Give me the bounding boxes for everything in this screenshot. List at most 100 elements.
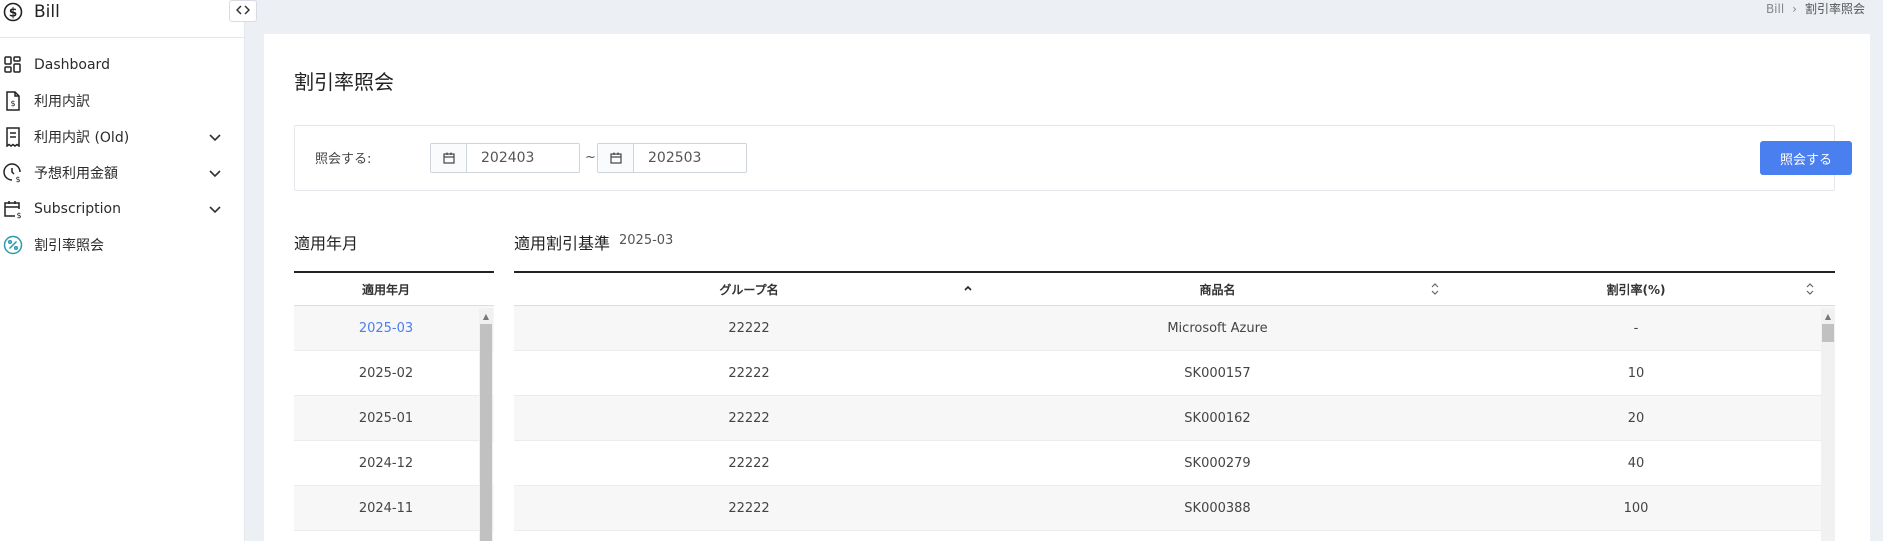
clock-dollar-icon: $ xyxy=(2,162,24,184)
product-cell: SK000279 xyxy=(1184,455,1251,471)
sidebar-item-label: Dashboard xyxy=(34,57,110,73)
sort-icon[interactable] xyxy=(1804,282,1816,296)
sidebar-item-dashboard[interactable]: Dashboard xyxy=(0,50,245,80)
svg-text:$: $ xyxy=(9,5,17,19)
sidebar-item-label: 利用内訳 xyxy=(34,94,90,110)
receipt-icon xyxy=(2,126,24,148)
table-row[interactable]: 2024-12 xyxy=(294,441,494,486)
column-header-month: 適用年月 xyxy=(361,282,410,297)
date-from-input[interactable] xyxy=(467,144,579,172)
filter-label: 照会する: xyxy=(315,152,372,167)
invoice-dollar-icon: $ xyxy=(2,90,24,112)
table-row[interactable]: 22222 SK000279 40 xyxy=(514,441,1835,486)
sidebar-item-label: 予想利用金額 xyxy=(34,166,118,182)
chevron-down-icon[interactable] xyxy=(207,165,223,181)
percent-circle-icon xyxy=(2,234,24,256)
breadcrumb-current: 割引率照会 xyxy=(1804,2,1865,16)
month-table: 適用年月 2025-03 2025-02 2025-01 2024-12 202… xyxy=(294,271,494,541)
date-to-field[interactable] xyxy=(597,143,747,173)
column-header-group[interactable]: グループ名 xyxy=(514,281,984,298)
sidebar-item-discount-rate[interactable]: 割引率照会 xyxy=(0,230,245,260)
month-cell: 2025-02 xyxy=(358,365,414,381)
breadcrumb-root[interactable]: Bill xyxy=(1766,2,1784,16)
month-cell: 2024-11 xyxy=(358,500,414,516)
rate-cell: 10 xyxy=(1627,365,1645,381)
month-cell: 2025-01 xyxy=(358,410,414,426)
query-button[interactable]: 照会する xyxy=(1760,141,1852,175)
sort-icon[interactable] xyxy=(1429,282,1441,296)
scrollbar-thumb[interactable] xyxy=(480,324,492,541)
sidebar-item-subscription[interactable]: $ Subscription xyxy=(0,194,245,224)
sidebar-item-label: 利用内訳 (Old) xyxy=(34,130,130,146)
breadcrumb-separator: › xyxy=(1792,1,1797,16)
scrollbar-thumb[interactable] xyxy=(1822,324,1834,342)
group-cell: 22222 xyxy=(728,410,770,426)
sidebar-item-label: 割引率照会 xyxy=(34,238,104,254)
chevron-down-icon[interactable] xyxy=(207,129,223,145)
app-title: Bill xyxy=(34,1,60,22)
collapse-sidebar-button[interactable] xyxy=(229,0,257,22)
sidebar-header: $ Bill xyxy=(0,0,244,38)
scroll-up-icon[interactable]: ▲ xyxy=(1821,308,1835,324)
product-cell: SK000157 xyxy=(1184,365,1251,381)
rate-cell: 20 xyxy=(1627,410,1645,426)
sidebar-item-usage[interactable]: $ 利用内訳 xyxy=(0,86,245,116)
column-header-label: 割引率(%) xyxy=(1606,282,1666,297)
sidebar: $ Bill Dashboard $ 利用内訳 利用内訳 (Old) $ 予想利… xyxy=(0,0,245,541)
right-panel-period: 2025-03 xyxy=(619,233,674,248)
table-row[interactable]: 2024-11 xyxy=(294,486,494,531)
table-row[interactable]: 2025-01 xyxy=(294,396,494,441)
month-cell: 2025-03 xyxy=(358,320,414,336)
table-row[interactable]: 2025-03 xyxy=(294,306,494,351)
column-header-product[interactable]: 商品名 xyxy=(984,281,1451,298)
dollar-circle-icon: $ xyxy=(2,1,24,23)
column-header-label: グループ名 xyxy=(719,282,779,297)
sidebar-item-label: Subscription xyxy=(34,201,121,217)
calendar-dollar-icon: $ xyxy=(2,198,24,220)
rate-cell: 100 xyxy=(1623,500,1649,516)
table-row[interactable]: 22222 SK000162 20 xyxy=(514,396,1835,441)
table-row[interactable]: 22222 SK000388 100 xyxy=(514,486,1835,531)
sort-ascending-icon[interactable] xyxy=(962,282,974,296)
table-header: 適用年月 xyxy=(294,271,494,306)
date-to-input[interactable] xyxy=(634,144,746,172)
calendar-icon[interactable] xyxy=(431,144,467,172)
date-from-field[interactable] xyxy=(430,143,580,173)
scrollbar[interactable]: ▲ xyxy=(479,308,493,541)
column-header-rate[interactable]: 割引率(%) xyxy=(1451,281,1821,298)
main-card: 割引率照会 照会する: ~ 照会する 適用年月 適用割引基準 2025-03 適… xyxy=(264,34,1870,541)
scrollbar[interactable]: ▲ xyxy=(1821,308,1835,541)
svg-text:$: $ xyxy=(15,175,20,183)
table-header: グループ名 商品名 割引率(%) xyxy=(514,271,1835,306)
chevron-down-icon[interactable] xyxy=(207,201,223,217)
svg-text:$: $ xyxy=(16,211,21,219)
left-panel-title: 適用年月 xyxy=(294,234,359,253)
calendar-icon[interactable] xyxy=(598,144,634,172)
sidebar-item-forecast[interactable]: $ 予想利用金額 xyxy=(0,158,245,188)
right-panel-title: 適用割引基準 xyxy=(514,234,611,253)
month-cell: 2024-12 xyxy=(358,455,414,471)
column-header-label: 商品名 xyxy=(1199,282,1236,297)
product-cell: SK000162 xyxy=(1184,410,1251,426)
page-title: 割引率照会 xyxy=(294,70,394,94)
sidebar-item-usage-old[interactable]: 利用内訳 (Old) xyxy=(0,122,245,152)
rate-cell: - xyxy=(1633,320,1639,336)
group-cell: 22222 xyxy=(728,365,770,381)
table-row[interactable]: 2025-02 xyxy=(294,351,494,396)
dashboard-icon xyxy=(2,54,24,76)
product-cell: SK000388 xyxy=(1184,500,1251,516)
group-cell: 22222 xyxy=(728,500,770,516)
discount-table: グループ名 商品名 割引率(%) 22222 Microsoft Azure -… xyxy=(514,271,1835,541)
svg-text:$: $ xyxy=(10,99,15,108)
rate-cell: 40 xyxy=(1627,455,1645,471)
code-brackets-icon xyxy=(235,4,251,19)
breadcrumb: Bill › 割引率照会 xyxy=(1766,0,1865,17)
filter-panel: 照会する: ~ 照会する xyxy=(294,125,1852,191)
group-cell: 22222 xyxy=(728,455,770,471)
table-row[interactable]: 22222 SK000157 10 xyxy=(514,351,1835,396)
group-cell: 22222 xyxy=(728,320,770,336)
scroll-up-icon[interactable]: ▲ xyxy=(479,308,493,324)
table-row[interactable]: 22222 Microsoft Azure - xyxy=(514,306,1835,351)
date-range-separator: ~ xyxy=(585,150,596,165)
product-cell: Microsoft Azure xyxy=(1167,320,1268,336)
